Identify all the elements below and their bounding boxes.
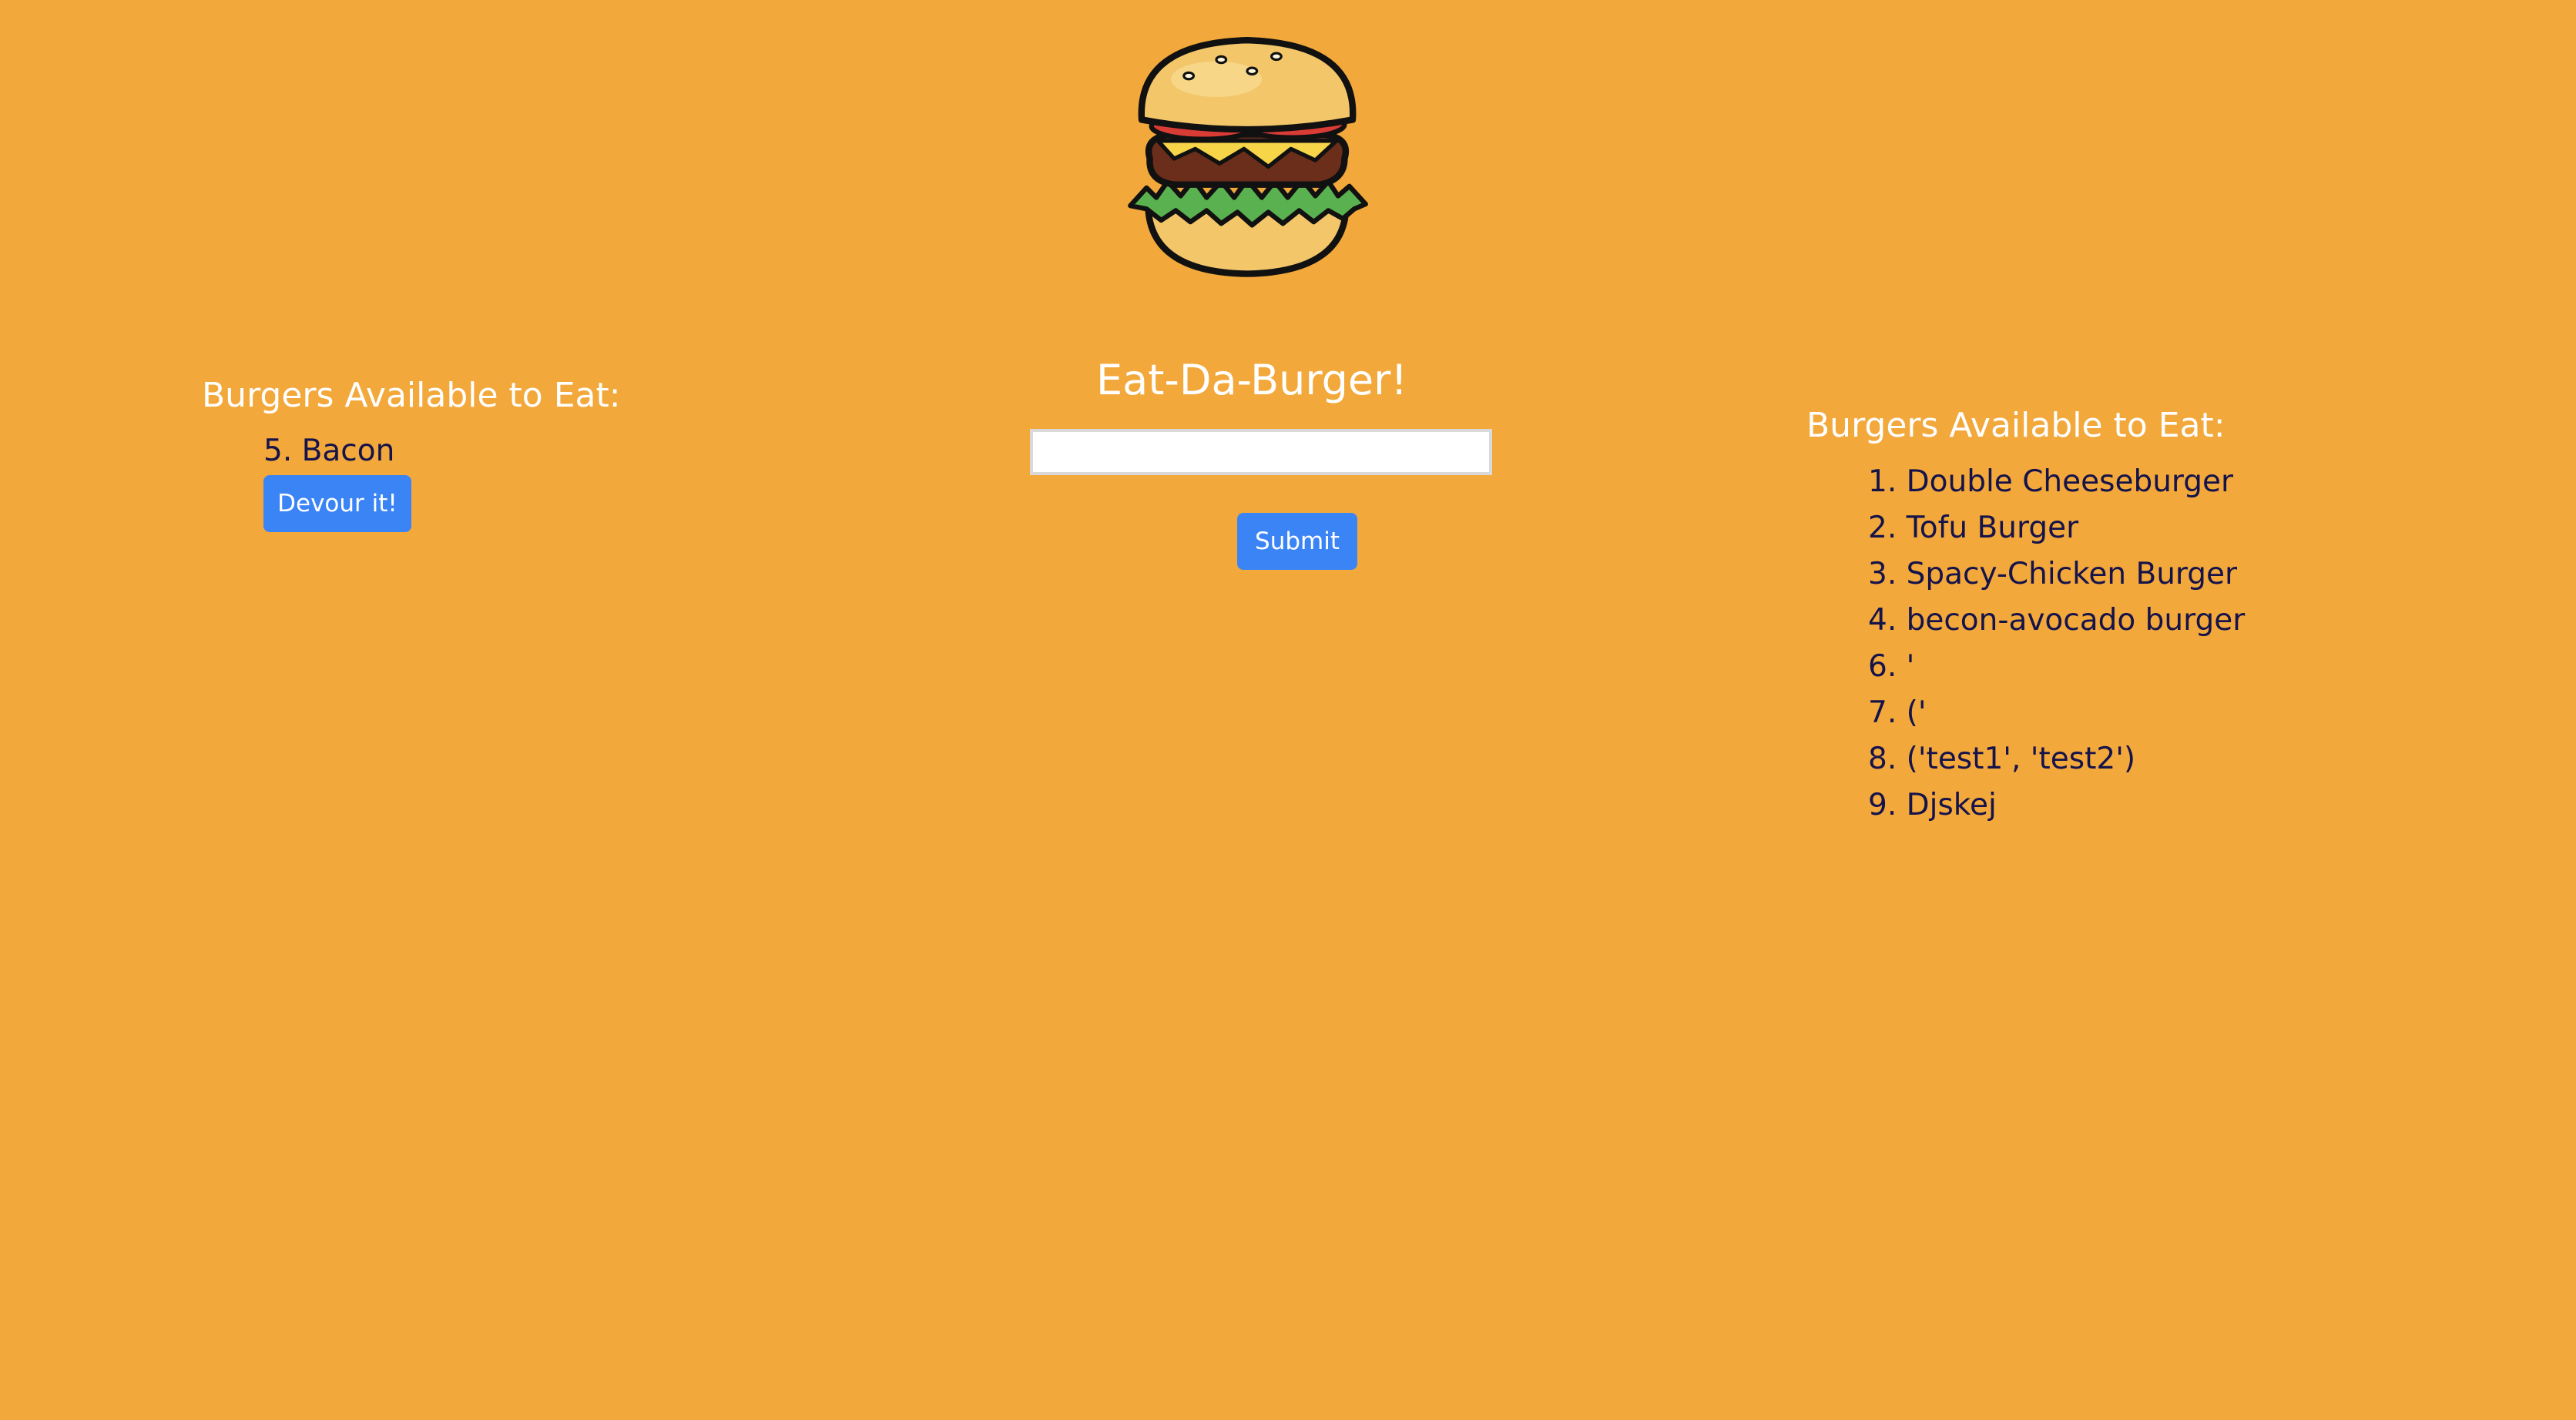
- burger-name-input[interactable]: [1030, 429, 1492, 475]
- list-item: 9. Djskej: [1868, 788, 1997, 822]
- available-burger-item: 5. Bacon: [263, 434, 395, 468]
- list-item: 4. becon-avocado burger: [1868, 603, 2246, 638]
- available-burgers-heading: Burgers Available to Eat:: [202, 376, 621, 415]
- devoured-burgers-list: 1. Double Cheeseburger 2. Tofu Burger 3.…: [1868, 459, 2245, 829]
- list-item: 3. Spacy-Chicken Burger: [1868, 557, 2238, 591]
- burger-logo-icon: [1125, 37, 1369, 280]
- list-item: 1. Double Cheeseburger: [1868, 464, 2234, 499]
- list-item: 6. ': [1868, 649, 1915, 684]
- submit-button[interactable]: Submit: [1237, 513, 1357, 570]
- list-item: 8. ('test1', 'test2'): [1868, 742, 2136, 776]
- list-item: 2. Tofu Burger: [1868, 511, 2079, 545]
- devour-button[interactable]: Devour it!: [263, 475, 411, 532]
- devoured-burgers-heading: Burgers Available to Eat:: [1806, 406, 2225, 445]
- list-item: 7. (': [1868, 695, 1927, 730]
